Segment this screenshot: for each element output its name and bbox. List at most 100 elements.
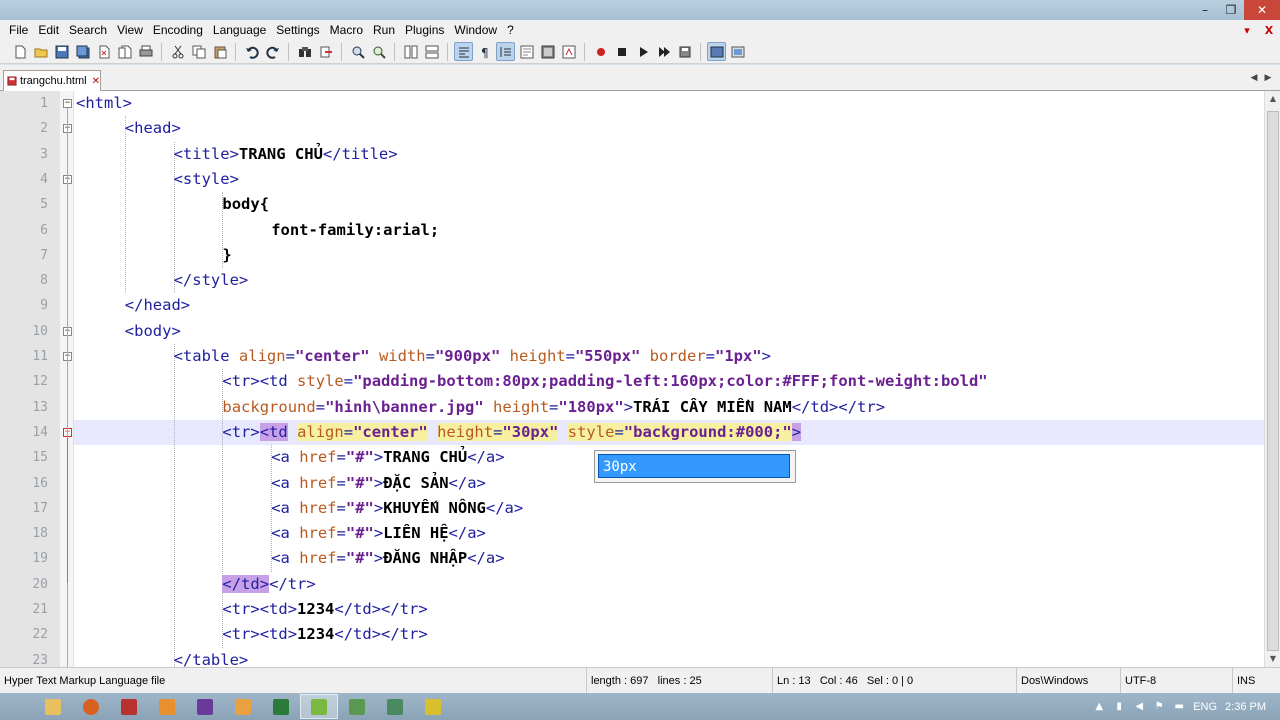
close-window-button[interactable]: ✕ — [1244, 0, 1280, 20]
minimize-button[interactable]: – — [1192, 0, 1218, 20]
menu-macro[interactable]: Macro — [325, 20, 368, 40]
open-file-icon[interactable] — [31, 42, 50, 61]
zoom-in-icon[interactable] — [348, 42, 367, 61]
scrollbar-thumb[interactable] — [1267, 111, 1279, 651]
menu-file[interactable]: File — [4, 20, 33, 40]
show-all-chars-icon[interactable]: ¶ — [475, 42, 494, 61]
taskbar-explorer[interactable] — [34, 694, 72, 719]
record-macro-icon[interactable] — [591, 42, 610, 61]
menu-language[interactable]: Language — [208, 20, 271, 40]
code-token: </a> — [467, 448, 505, 467]
line-number: 11 — [32, 349, 48, 364]
taskbar-app-yellow[interactable] — [414, 694, 452, 719]
line-number: 22 — [32, 627, 48, 643]
udl-icon[interactable] — [517, 42, 536, 61]
scroll-up-icon[interactable]: ▲ — [1265, 91, 1280, 107]
taskbar-firefox[interactable] — [72, 694, 110, 719]
tab-trangchu[interactable]: trangchu.html ✕ — [3, 70, 101, 91]
menu-settings[interactable]: Settings — [271, 20, 324, 40]
tray-expand-icon[interactable]: ▲ — [1093, 701, 1105, 713]
print-icon[interactable] — [136, 42, 155, 61]
clock[interactable]: 2:36 PM — [1225, 701, 1266, 713]
stop-macro-icon[interactable] — [612, 42, 631, 61]
zoom-out-icon[interactable] — [369, 42, 388, 61]
scroll-down-icon[interactable]: ▼ — [1265, 651, 1280, 667]
taskbar-app-red[interactable] — [110, 694, 148, 719]
code-token: </head> — [124, 296, 191, 315]
doc-map-icon[interactable] — [538, 42, 557, 61]
taskbar-excel[interactable] — [262, 694, 300, 719]
tab-scroll-left-icon[interactable]: ◀ — [1248, 71, 1260, 85]
save-icon[interactable] — [52, 42, 71, 61]
flag-icon[interactable]: ⚑ — [1153, 701, 1165, 713]
taskbar-app-green[interactable] — [338, 694, 376, 719]
paste-icon[interactable] — [210, 42, 229, 61]
line-number: 9 — [40, 298, 48, 314]
menu-encoding[interactable]: Encoding — [148, 20, 208, 40]
menu-plugins[interactable]: Plugins — [400, 20, 449, 40]
redo-icon[interactable] — [263, 42, 282, 61]
taskbar-visual-studio[interactable] — [186, 694, 224, 719]
tab-close-icon[interactable]: ✕ — [92, 76, 100, 87]
menu-window[interactable]: Window — [449, 20, 502, 40]
menu-edit[interactable]: Edit — [33, 20, 64, 40]
function-list-icon[interactable] — [559, 42, 578, 61]
autocomplete-item[interactable]: 30px — [598, 454, 790, 478]
code-line: <tr><td align="center" height="30px" sty… — [222, 420, 802, 445]
line-number: 2 — [40, 121, 48, 137]
tab-scroll-controls: ◀ ▶ — [1248, 71, 1274, 85]
indent-guide-icon[interactable] — [496, 42, 515, 61]
line-number: 19 — [32, 551, 48, 567]
cut-icon[interactable] — [168, 42, 187, 61]
code-editor[interactable]: 1234567891011121314151617181920212223 −−… — [0, 91, 1280, 667]
code-line: <body> — [125, 319, 181, 344]
code-token: "hinh\banner.jpg" — [325, 397, 484, 416]
code-line: </head> — [125, 293, 190, 318]
code-token: "30px" — [502, 422, 559, 441]
taskbar-notepadpp[interactable] — [300, 694, 338, 719]
visual-studio-icon — [197, 698, 213, 715]
play-multiple-icon[interactable] — [654, 42, 673, 61]
network-icon[interactable]: ▮ — [1113, 701, 1125, 713]
code-token: body{ — [222, 195, 270, 214]
menu-view[interactable]: View — [112, 20, 148, 40]
find-icon[interactable] — [295, 42, 314, 61]
copy-icon[interactable] — [189, 42, 208, 61]
doc-menu-down-icon[interactable]: ▾ — [1236, 20, 1258, 40]
language-indicator[interactable]: ENG — [1193, 701, 1217, 713]
taskbar-app-orange[interactable] — [224, 694, 262, 719]
restore-button[interactable]: ❐ — [1218, 0, 1244, 20]
sync-scroll-icon[interactable] — [401, 42, 420, 61]
word-wrap-icon[interactable] — [454, 42, 473, 61]
play-macro-icon[interactable] — [633, 42, 652, 61]
taskbar-app-green2[interactable] — [376, 694, 414, 719]
replace-icon[interactable] — [316, 42, 335, 61]
code-token: TRANG CHỦ — [238, 144, 323, 163]
close-all-icon[interactable] — [115, 42, 134, 61]
power-icon[interactable]: ▬ — [1173, 701, 1185, 713]
code-token: style — [297, 372, 344, 391]
code-token: </a> — [485, 498, 524, 517]
fold-toggle-icon[interactable]: − — [63, 99, 72, 108]
indent-guide — [124, 116, 126, 294]
new-file-icon[interactable] — [10, 42, 29, 61]
line-number: 5 — [40, 197, 48, 213]
menu-run[interactable]: Run — [368, 20, 400, 40]
doc-close-icon[interactable]: X — [1258, 20, 1280, 40]
save-all-icon[interactable] — [73, 42, 92, 61]
tab-scroll-right-icon[interactable]: ▶ — [1262, 71, 1274, 85]
menu-help[interactable]: ? — [502, 20, 519, 40]
save-macro-icon[interactable] — [675, 42, 694, 61]
tab-label: trangchu.html — [19, 75, 87, 87]
plugin-icon[interactable] — [707, 42, 726, 61]
menu-search[interactable]: Search — [64, 20, 112, 40]
code-line: <tr><td style="padding-bottom:80px;paddi… — [222, 369, 987, 394]
sync-horizontal-icon[interactable] — [422, 42, 441, 61]
undo-icon[interactable] — [242, 42, 261, 61]
launch-browser-icon[interactable] — [728, 42, 747, 61]
close-file-icon[interactable] — [94, 42, 113, 61]
code-token: = — [549, 397, 559, 416]
vertical-scrollbar[interactable]: ▲ ▼ — [1264, 91, 1280, 667]
volume-icon[interactable]: ◀ — [1133, 701, 1145, 713]
taskbar-java[interactable] — [148, 694, 186, 719]
